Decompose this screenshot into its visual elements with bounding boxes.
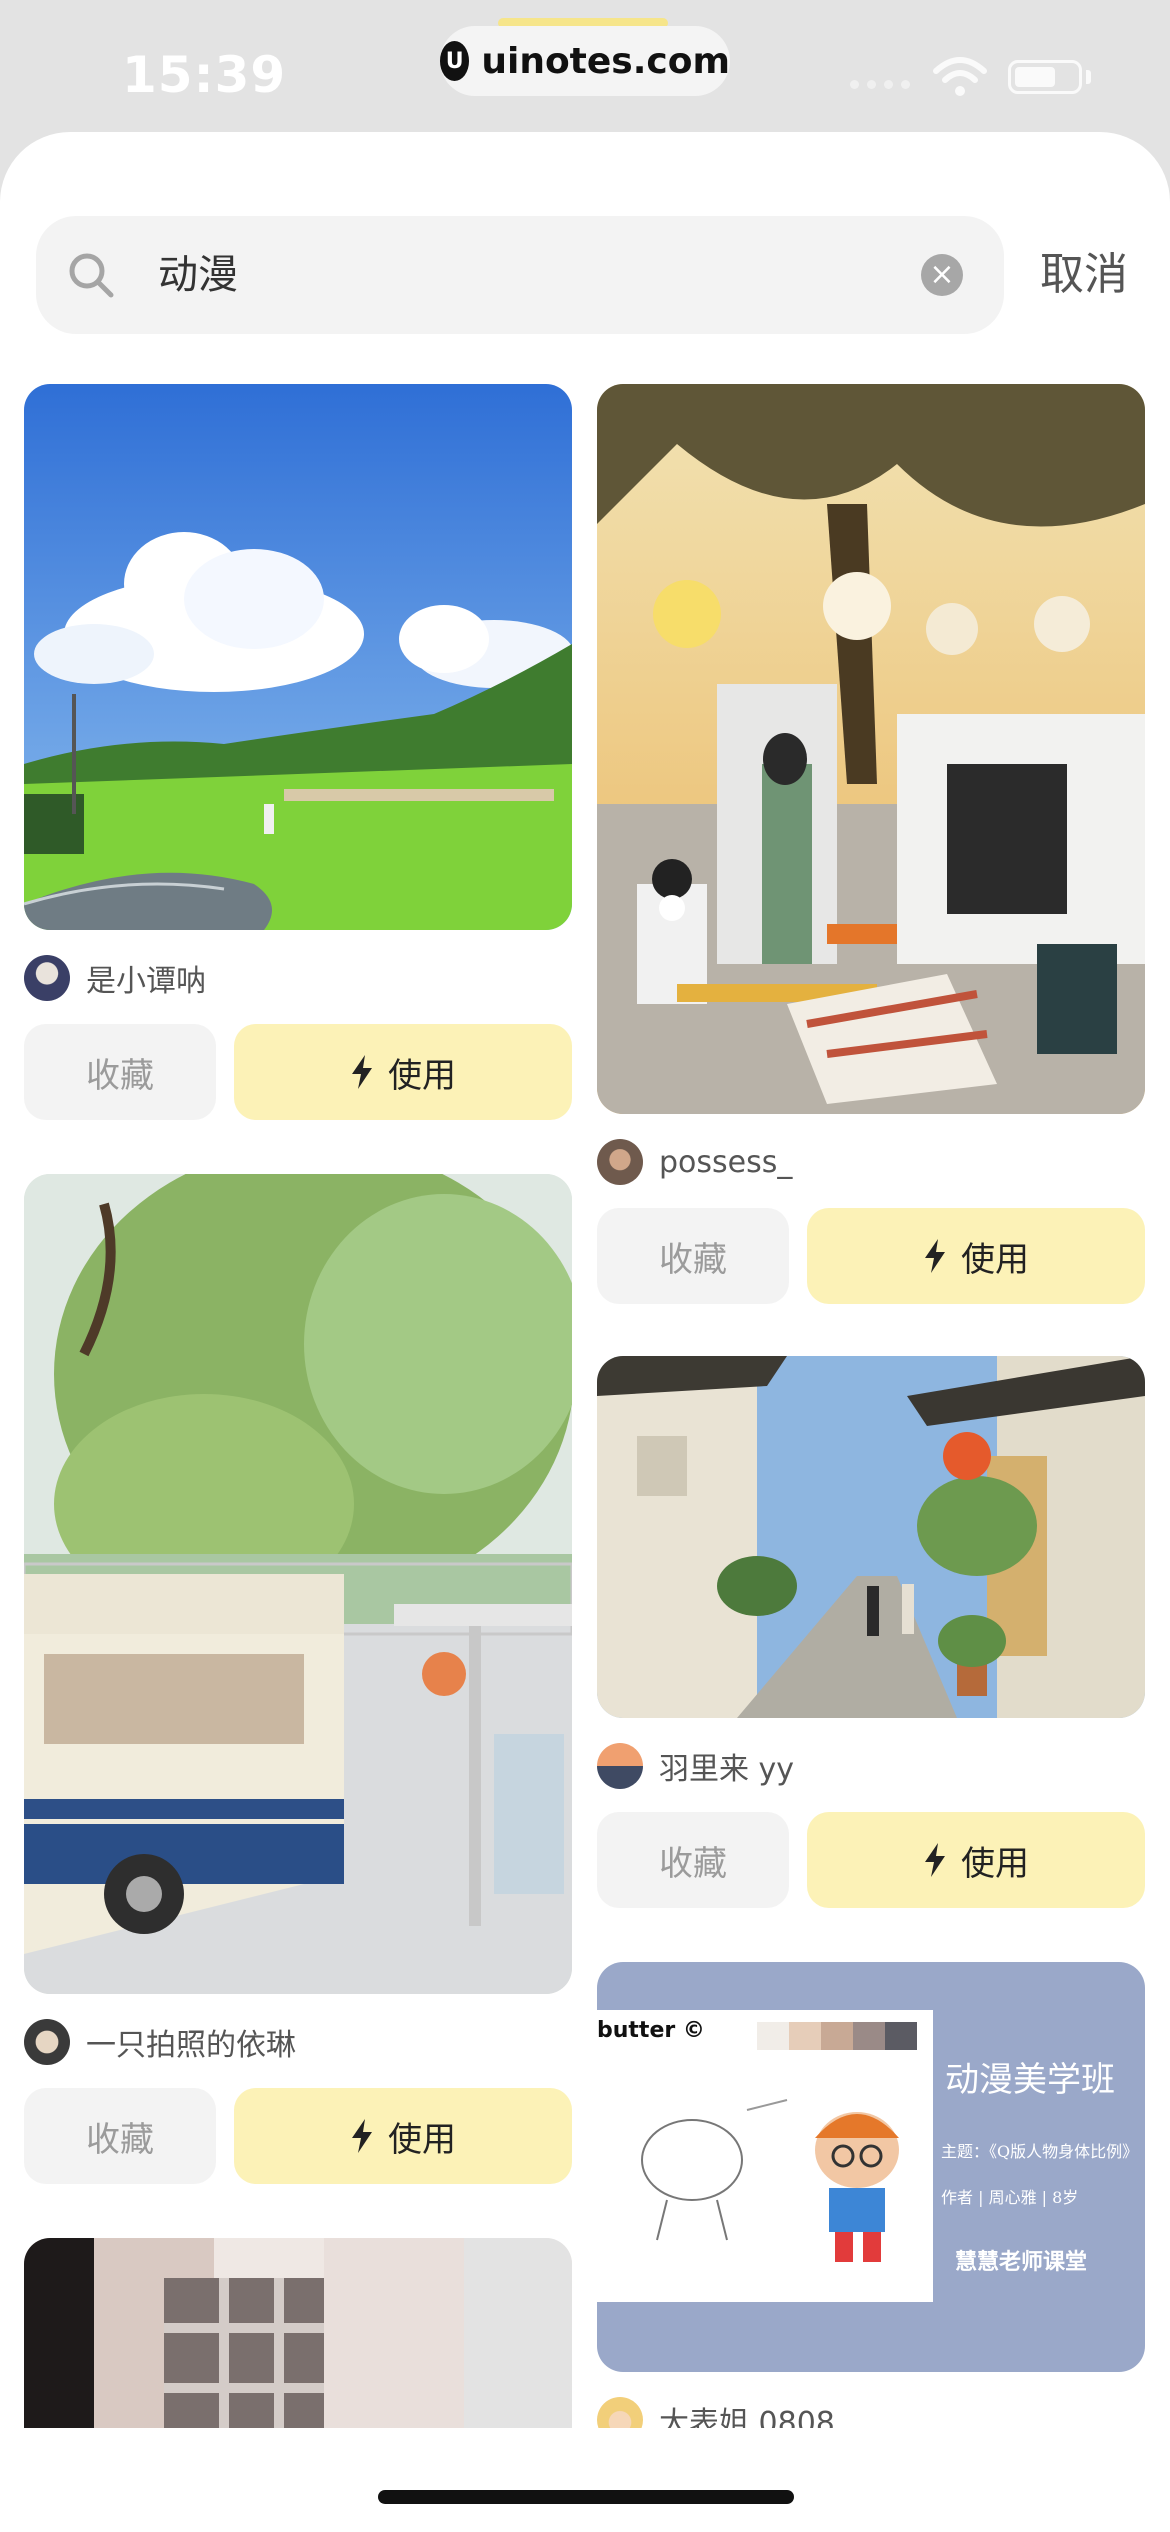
use-button[interactable]: 使用	[807, 1812, 1145, 1908]
lightning-icon	[925, 1843, 945, 1877]
url-text: uinotes.com	[481, 40, 730, 82]
poster-title: 动漫美学班	[945, 2060, 1115, 2100]
poster-tag: 慧慧老师课堂	[955, 2249, 1088, 2275]
author-avatar[interactable]	[24, 2019, 70, 2065]
author-avatar[interactable]	[597, 1139, 643, 1185]
card-actions: 收藏 使用	[597, 1208, 1145, 1304]
card-image-curtain-window[interactable]	[24, 2238, 572, 2428]
poster-byline: 作者 | 周心雅 | 8岁	[941, 2188, 1079, 2207]
card-image-bus-stop[interactable]	[24, 1174, 572, 1994]
author-name[interactable]: 是小谭呐	[86, 956, 206, 1000]
author-avatar[interactable]	[597, 1743, 643, 1789]
author-name[interactable]: 大表姐 0808	[659, 2398, 835, 2428]
status-time: 15:39	[122, 46, 287, 104]
author-name[interactable]: possess_	[659, 1145, 792, 1180]
result-card[interactable]: 一只拍照的依琳 收藏 使用	[24, 1174, 572, 2184]
bus-stop-photo	[24, 1174, 572, 1994]
use-button-label: 使用	[961, 1239, 1029, 1280]
use-button[interactable]: 使用	[234, 2088, 572, 2184]
result-card[interactable]: possess_ 收藏 使用	[597, 384, 1145, 1304]
result-card[interactable]: 羽里来 yy 收藏 使用	[597, 1356, 1145, 1908]
collect-button[interactable]: 收藏	[597, 1208, 789, 1304]
card-image-camp-market[interactable]	[597, 384, 1145, 1114]
lightning-icon	[352, 1055, 372, 1089]
author-name[interactable]: 羽里来 yy	[659, 1744, 794, 1788]
summer-field-photo	[24, 384, 572, 930]
card-author[interactable]: 大表姐 0808	[597, 2396, 1145, 2428]
camp-market-photo	[597, 384, 1145, 1114]
status-bar: 15:39 U uinotes.com	[0, 0, 1170, 130]
card-actions: 收藏 使用	[597, 1812, 1145, 1908]
poster-subtitle: 主题：《Q版人物身体比例》	[941, 2142, 1139, 2161]
card-author[interactable]: possess_	[597, 1138, 1145, 1186]
use-button-label: 使用	[388, 1055, 456, 1096]
battery-icon	[1008, 60, 1082, 94]
card-actions: 收藏 使用	[24, 2088, 572, 2184]
old-town-alley-photo	[597, 1356, 1145, 1718]
author-avatar[interactable]	[24, 955, 70, 1001]
result-card[interactable]: butter © 动漫美学班 主题：《Q版人物身体比例》 作者 | 周心雅 | …	[597, 1962, 1145, 2428]
battery-tip	[1086, 70, 1091, 84]
card-actions: 收藏 使用	[24, 1024, 572, 1120]
cancel-button[interactable]: 取消	[1040, 216, 1128, 334]
card-image-old-town-alley[interactable]	[597, 1356, 1145, 1718]
card-image-anime-class-poster[interactable]: butter © 动漫美学班 主题：《Q版人物身体比例》 作者 | 周心雅 | …	[597, 1962, 1145, 2372]
cellular-signal-icon	[850, 80, 910, 89]
result-card[interactable]: 是小谭呐 收藏 使用	[24, 384, 572, 1120]
use-button-label: 使用	[388, 2119, 456, 2160]
use-button[interactable]: 使用	[234, 1024, 572, 1120]
card-author[interactable]: 是小谭呐	[24, 954, 572, 1002]
collect-button[interactable]: 收藏	[597, 1812, 789, 1908]
site-logo-icon: U	[440, 41, 470, 81]
use-button-label: 使用	[961, 1843, 1029, 1884]
card-image-summer-field[interactable]	[24, 384, 572, 930]
use-button[interactable]: 使用	[807, 1208, 1145, 1304]
search-bar[interactable]: 动漫 ×	[36, 216, 1004, 334]
clear-search-icon[interactable]: ×	[921, 254, 963, 296]
home-indicator[interactable]	[378, 2490, 794, 2504]
poster-sketch-panel: butter ©	[597, 2010, 933, 2302]
card-author[interactable]: 一只拍照的依琳	[24, 2018, 572, 2066]
result-card[interactable]	[24, 2238, 572, 2428]
author-avatar[interactable]	[597, 2397, 643, 2428]
search-icon	[69, 253, 114, 298]
card-author[interactable]: 羽里来 yy	[597, 1742, 1145, 1790]
url-pill[interactable]: U uinotes.com	[440, 26, 730, 96]
results-feed[interactable]: 是小谭呐 收藏 使用 possess_ 收藏 使用 一只拍照的依琳 收藏 使用 …	[0, 380, 1170, 2428]
poster-illustration	[641, 2099, 899, 2262]
lightning-icon	[925, 1239, 945, 1273]
curtain-window-photo	[24, 2238, 572, 2428]
author-name[interactable]: 一只拍照的依琳	[86, 2020, 296, 2064]
wifi-icon	[933, 57, 987, 96]
lightning-icon	[352, 2119, 372, 2153]
search-input[interactable]: 动漫	[158, 216, 238, 334]
collect-button[interactable]: 收藏	[24, 2088, 216, 2184]
collect-button[interactable]: 收藏	[24, 1024, 216, 1120]
